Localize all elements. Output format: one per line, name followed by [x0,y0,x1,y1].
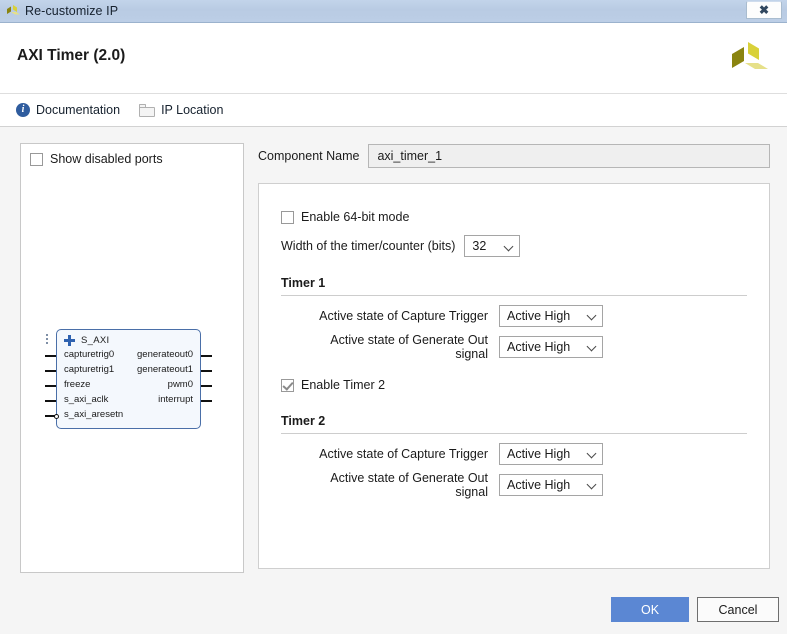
timer2-capture-trigger-value: Active High [507,447,570,461]
width-bits-select[interactable]: 32 [464,235,520,257]
chevron-down-icon [588,480,597,489]
chevron-down-icon [588,311,597,320]
dialog-body: Show disabled ports S_AXI capturetrig0 c… [0,128,787,584]
enable-64bit-label: Enable 64-bit mode [301,210,409,224]
width-bits-row: Width of the timer/counter (bits) 32 [281,230,747,262]
timer2-generate-out-value: Active High [507,478,570,492]
bus-dots-icon [46,334,50,347]
chevron-down-icon [588,342,597,351]
ip-block-diagram: S_AXI capturetrig0 capturetrig1 freeze s… [56,329,201,429]
page-title: AXI Timer (2.0) [17,47,125,65]
ok-button[interactable]: OK [611,597,689,622]
timer1-capture-trigger-value: Active High [507,309,570,323]
enable-timer2-row[interactable]: Enable Timer 2 [281,370,747,400]
timer2-capture-trigger-select[interactable]: Active High [499,443,603,465]
width-bits-value: 32 [472,239,486,253]
close-button[interactable]: ✖ [746,1,782,19]
enable-timer2-checkbox[interactable] [281,379,294,392]
port-label-capturetrig0: capturetrig0 [64,349,114,360]
ports-panel: Show disabled ports S_AXI capturetrig0 c… [20,143,244,573]
port-label-freeze: freeze [64,379,90,390]
xilinx-logo-icon [723,38,769,82]
pin-freeze [45,385,56,387]
re-customize-ip-dialog: Re-customize IP ✖ AXI Timer (2.0) i Docu… [0,0,787,634]
enable-64bit-row[interactable]: Enable 64-bit mode [281,204,747,230]
timer2-generate-out-row: Active state of Generate Out signal Acti… [281,469,747,500]
timer2-capture-trigger-row: Active state of Capture Trigger Active H… [281,438,747,469]
timer1-capture-trigger-label: Active state of Capture Trigger [307,309,499,323]
bus-label: S_AXI [81,335,109,346]
component-name-label: Component Name [258,149,359,163]
pin-generateout0 [201,355,212,357]
port-label-capturetrig1: capturetrig1 [64,364,114,375]
chevron-down-icon [588,449,597,458]
component-name-row: Component Name axi_timer_1 [258,143,770,169]
window-titlebar: Re-customize IP ✖ [0,0,787,23]
options-panel: Enable 64-bit mode Width of the timer/co… [258,183,770,569]
folder-icon [139,104,155,117]
timer2-generate-out-label: Active state of Generate Out signal [307,471,499,499]
close-icon: ✖ [759,4,769,16]
ip-linkbar: i Documentation IP Location [0,94,787,127]
xilinx-logo-icon [4,3,22,19]
port-label-s-axi-aresetn: s_axi_aresetn [64,409,123,420]
ip-header: AXI Timer (2.0) [0,23,787,94]
show-disabled-ports-checkbox[interactable] [30,153,43,166]
window-title: Re-customize IP [25,4,118,18]
timer2-heading: Timer 2 [281,414,747,428]
documentation-link[interactable]: i Documentation [16,103,120,117]
timer1-generate-out-row: Active state of Generate Out signal Acti… [281,331,747,362]
documentation-label: Documentation [36,103,120,117]
enable-timer2-label: Enable Timer 2 [301,378,385,392]
timer1-heading: Timer 1 [281,276,747,290]
pin-generateout1 [201,370,212,372]
timer1-capture-trigger-row: Active state of Capture Trigger Active H… [281,300,747,331]
timer1-generate-out-select[interactable]: Active High [499,336,603,358]
timer2-divider [281,433,747,434]
pin-capturetrig0 [45,355,56,357]
component-name-input[interactable]: axi_timer_1 [368,144,770,168]
width-bits-label: Width of the timer/counter (bits) [281,239,455,253]
info-icon: i [16,103,30,117]
show-disabled-ports-row[interactable]: Show disabled ports [21,144,243,166]
port-label-generateout1: generateout1 [137,364,193,375]
pin-interrupt [201,400,212,402]
port-label-interrupt: interrupt [158,394,193,405]
timer2-generate-out-select[interactable]: Active High [499,474,603,496]
ip-location-link[interactable]: IP Location [139,103,223,117]
options-area: Component Name axi_timer_1 Enable 64-bit… [258,143,770,573]
cancel-button[interactable]: Cancel [697,597,779,622]
plus-icon[interactable] [64,335,75,346]
chevron-down-icon [505,242,514,251]
bus-interface-s-axi[interactable]: S_AXI [64,335,109,346]
timer2-capture-trigger-label: Active state of Capture Trigger [307,447,499,461]
port-label-generateout0: generateout0 [137,349,193,360]
pin-s-axi-aclk [45,400,56,402]
pin-capturetrig1 [45,370,56,372]
timer1-capture-trigger-select[interactable]: Active High [499,305,603,327]
port-label-s-axi-aclk: s_axi_aclk [64,394,108,405]
enable-64bit-checkbox[interactable] [281,211,294,224]
timer1-generate-out-label: Active state of Generate Out signal [307,333,499,361]
show-disabled-ports-label: Show disabled ports [50,152,163,166]
ip-location-label: IP Location [161,103,223,117]
port-label-pwm0: pwm0 [168,379,193,390]
pin-pwm0 [201,385,212,387]
timer1-generate-out-value: Active High [507,340,570,354]
active-low-bubble-icon [54,414,59,419]
dialog-footer: OK Cancel [0,584,787,634]
timer1-divider [281,295,747,296]
